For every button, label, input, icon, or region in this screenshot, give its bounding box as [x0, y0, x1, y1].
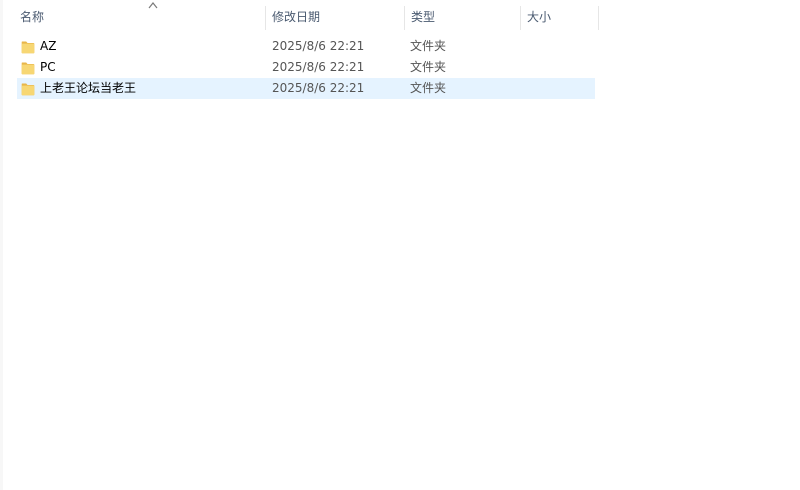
- sort-ascending-icon: [148, 2, 158, 9]
- file-date-modified: 2025/8/6 22:21: [272, 60, 365, 74]
- column-header-row: 名称 修改日期 类型 大小: [0, 0, 600, 34]
- column-header-type-label: 类型: [411, 10, 436, 24]
- file-row[interactable]: AZ 2025/8/6 22:21 文件夹: [17, 36, 595, 57]
- column-header-type[interactable]: 类型: [405, 0, 521, 34]
- file-type: 文件夹: [410, 60, 447, 74]
- file-type: 文件夹: [410, 39, 447, 53]
- file-row[interactable]: PC 2025/8/6 22:21 文件夹: [17, 57, 595, 78]
- column-header-date-modified[interactable]: 修改日期: [266, 0, 405, 34]
- file-list: AZ 2025/8/6 22:21 文件夹 PC 2025/8/6 22:21 文件夹 上老…: [17, 36, 595, 99]
- folder-icon: [21, 62, 35, 75]
- file-name: PC: [40, 60, 56, 74]
- column-header-size-label: 大小: [527, 10, 552, 24]
- file-name: AZ: [40, 39, 57, 53]
- column-header-size[interactable]: 大小: [521, 0, 599, 34]
- navigation-pane-edge: [0, 0, 3, 490]
- file-row[interactable]: 上老王论坛当老王 2025/8/6 22:21 文件夹: [17, 78, 595, 99]
- file-date-modified: 2025/8/6 22:21: [272, 81, 365, 95]
- column-resize-handle[interactable]: [598, 6, 599, 30]
- file-date-modified: 2025/8/6 22:21: [272, 39, 365, 53]
- file-explorer: 名称 修改日期 类型 大小 AZ 2025/8/6 22:21 文件夹 PC 2025/…: [0, 0, 800, 490]
- column-header-name-label: 名称: [20, 10, 45, 24]
- file-type: 文件夹: [410, 81, 447, 95]
- column-header-date-label: 修改日期: [272, 10, 321, 24]
- column-header-name[interactable]: 名称: [14, 0, 266, 34]
- folder-icon: [21, 41, 35, 54]
- file-name: 上老王论坛当老王: [40, 81, 137, 95]
- folder-icon: [21, 83, 35, 96]
